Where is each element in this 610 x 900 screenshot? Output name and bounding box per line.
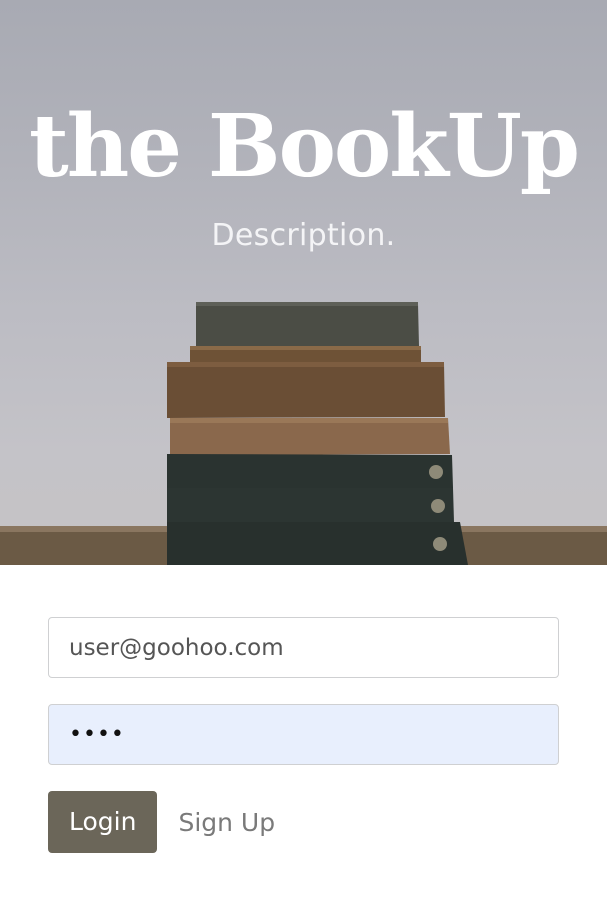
form-actions: Login Sign Up [48, 791, 559, 853]
app-title: the BookUp [28, 96, 580, 197]
login-form: user@goohoo.com •••• Login Sign Up [48, 617, 559, 853]
password-field[interactable]: •••• [48, 704, 559, 765]
hero-banner: the BookUp Description. [0, 0, 607, 565]
signup-link[interactable]: Sign Up [178, 808, 275, 837]
app-description: Description. [211, 218, 396, 253]
login-page: the BookUp Description. user@goohoo.com … [0, 0, 610, 900]
email-field[interactable]: user@goohoo.com [48, 617, 559, 678]
login-button[interactable]: Login [48, 791, 158, 853]
stacked-books-image [0, 302, 607, 565]
